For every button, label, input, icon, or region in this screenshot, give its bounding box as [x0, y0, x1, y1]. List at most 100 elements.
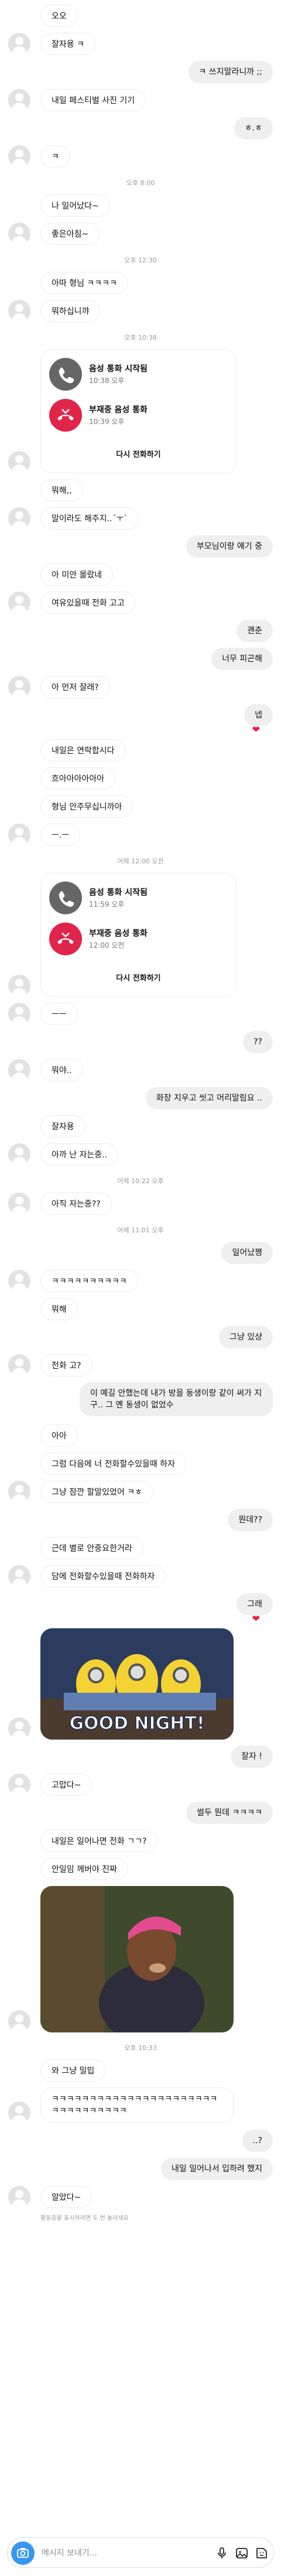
good-night-gif[interactable]: GOOD NIGHT! [40, 1628, 234, 1740]
received-message[interactable]: 좋은아침~ [40, 223, 100, 245]
avatar[interactable] [8, 824, 30, 846]
avatar[interactable] [8, 1003, 30, 1025]
call-title: 부재중 음성 통화 [89, 929, 148, 938]
received-message[interactable]: 근데 별로 안중요한거라 [40, 1537, 143, 1559]
avatar[interactable] [8, 676, 30, 698]
avatar[interactable] [8, 1143, 30, 1166]
avatar[interactable] [8, 1354, 30, 1376]
missed-call-icon [49, 399, 82, 432]
message-composer [7, 2537, 274, 2568]
received-message[interactable]: 나 일어났다~ [40, 194, 110, 217]
message-input[interactable] [42, 2546, 170, 2560]
received-message[interactable]: 그럼 다음에 너 전화할수있을때 하자 [40, 1453, 186, 1475]
received-message[interactable]: 아 먼저 잘래? [40, 676, 110, 698]
avatar[interactable] [8, 451, 30, 473]
sent-message[interactable]: 그냥 있샹 [219, 1326, 273, 1348]
received-message[interactable]: 뭐하십니꺄 [40, 300, 101, 322]
image-icon[interactable] [235, 2546, 249, 2560]
received-message[interactable]: 뭐해,, [40, 479, 83, 501]
avatar[interactable] [8, 33, 30, 55]
avatar[interactable] [8, 975, 30, 997]
sent-message[interactable]: 그래 [237, 1593, 273, 1615]
avatar[interactable] [8, 145, 30, 168]
received-message[interactable]: ㅡ.ㅡ [40, 824, 81, 846]
avatar[interactable] [8, 1059, 30, 1081]
sent-message[interactable]: ..? [242, 2130, 273, 2152]
sent-message[interactable]: 너무 피곤해 [211, 648, 273, 670]
received-message[interactable]: 여유있을때 전화 고고 [40, 592, 136, 614]
call-time: 10:39 오후 [89, 418, 125, 426]
sent-message[interactable]: 뭔데?? [228, 1509, 273, 1531]
missed-call-icon [49, 923, 82, 955]
received-message[interactable]: 아따 형님 ㅋㅋㅋㅋ [40, 272, 128, 294]
avatar[interactable] [8, 2186, 30, 2208]
avatar[interactable] [8, 89, 30, 111]
microphone-icon[interactable] [215, 2546, 229, 2560]
received-message[interactable]: 뭐해 [40, 1298, 78, 1320]
received-message[interactable]: ㅋㅋㅋㅋㅋㅋㅋㅋㅋㅋ [40, 1270, 138, 1292]
avatar[interactable] [8, 592, 30, 614]
call-back-button[interactable]: 다시 전화하기 [41, 448, 236, 459]
received-message[interactable]: 잘자용 [40, 1115, 85, 1137]
received-message[interactable]: 흐아아아아아아 [40, 767, 116, 790]
phone-icon [49, 882, 82, 914]
avatar[interactable] [8, 223, 30, 245]
sent-message[interactable]: 일어났쪙 [221, 1242, 273, 1264]
avatar[interactable] [8, 507, 30, 529]
sent-message[interactable]: ?? [243, 1031, 273, 1053]
timestamp: 오후 12:30 [124, 257, 157, 264]
sent-message[interactable]: ㅎ.ㅎ [234, 117, 273, 139]
received-message[interactable]: 담에 전화할수있을때 전화하자 [40, 1565, 166, 1587]
received-message[interactable]: 내일 페스티벌 사진 기기 [40, 89, 146, 111]
received-message[interactable]: 전화 고? [40, 1354, 92, 1376]
sticker-icon[interactable] [255, 2546, 269, 2560]
received-message[interactable]: 뭐야.. [40, 1059, 83, 1081]
avatar[interactable] [8, 300, 30, 322]
received-message[interactable]: 오오 [40, 5, 78, 27]
received-message[interactable]: ㅡㅡ [40, 1003, 78, 1025]
received-message[interactable]: ㅋㅋㅋㅋㅋㅋㅋㅋㅋㅋㅋㅋㅋㅋㅋㅋㅋㅋㅋㅋㅋㅋㅋㅋㅋㅋㅋㅋㅋㅋㅋㅋ [40, 2088, 234, 2123]
sent-message[interactable]: 부모님이랑 얘기 중 [186, 535, 273, 558]
received-message[interactable]: ㅋ [40, 145, 70, 168]
sent-message[interactable]: 내일 일어나서 입하려 했지 [160, 2158, 273, 2180]
call-back-button[interactable]: 다시 전화하기 [41, 972, 236, 983]
avatar[interactable] [8, 1193, 30, 1215]
received-message[interactable]: 내일은 일어나면 전화 ㄱㄱ? [40, 1830, 158, 1852]
avatar[interactable] [8, 1565, 30, 1587]
call-card: 음성 통화 시작됨 11:59 오후 부재중 음성 통화 12:00 오전 다시 전화하… [40, 873, 237, 997]
received-message[interactable]: 아직 자는중?? [40, 1193, 112, 1215]
received-message[interactable]: 말이라도 해주지..´ㅜ` [40, 507, 139, 529]
call-title: 음성 통화 시작됨 [89, 888, 148, 897]
sent-message[interactable]: 화장 지우고 씻고 머리말림요 .. [145, 1087, 273, 1109]
received-message[interactable]: 형님 안주무십니까아 [40, 795, 133, 818]
avatar[interactable] [8, 1774, 30, 1796]
sent-message[interactable]: 넵 [244, 704, 273, 726]
received-message[interactable]: 아 미안 몰랐네 [40, 563, 114, 586]
received-message[interactable]: 아까 난 자는중.. [40, 1143, 119, 1166]
phone-icon [49, 358, 82, 391]
timestamp: 어제 10:22 오후 [117, 1177, 164, 1185]
avatar[interactable] [8, 1481, 30, 1503]
call-card: 음성 통화 시작됨 10:38 오후 부재중 음성 통화 10:39 오후 다시 전화하… [40, 349, 237, 473]
received-message[interactable]: 알았다~ [40, 2186, 92, 2208]
received-message[interactable]: 안일임 께버야 진짜 [40, 1858, 128, 1880]
avatar[interactable] [8, 1270, 30, 1292]
received-message[interactable]: 내일은 연락합시다 [40, 739, 126, 761]
avatar[interactable] [8, 2010, 30, 2032]
timestamp: 오후 8:00 [126, 179, 155, 187]
received-message[interactable]: 아아 [40, 1424, 78, 1447]
sent-message[interactable]: 썰두 뭔데 ㅋㅋㅋㅋ [186, 1802, 273, 1824]
sent-message[interactable]: ㅋ 쓰지말라니까 ;; [188, 61, 273, 83]
gif-caption: GOOD NIGHT! [69, 1713, 204, 1734]
received-message[interactable]: 잘자용 ㅋ [40, 33, 95, 55]
laughing-gif[interactable] [40, 1886, 234, 2032]
camera-button[interactable] [11, 2541, 35, 2565]
received-message[interactable]: 고맙다~ [40, 1774, 92, 1796]
received-message[interactable]: 와 그냥 밀밉 [40, 2059, 106, 2082]
received-message[interactable]: 그냥 잠깐 할말있었어 ㅋㅎ [40, 1481, 154, 1503]
avatar[interactable] [8, 1717, 30, 1740]
sent-message[interactable]: 괜춘 [237, 620, 273, 642]
sent-message[interactable]: 잘자 ! [231, 1745, 273, 1768]
sent-message[interactable]: 이 예길 안했는데 내가 방을 동생이랑 같이 써가 지구.. 그 옌 동생이 … [80, 1382, 273, 1416]
avatar[interactable] [8, 2102, 30, 2124]
